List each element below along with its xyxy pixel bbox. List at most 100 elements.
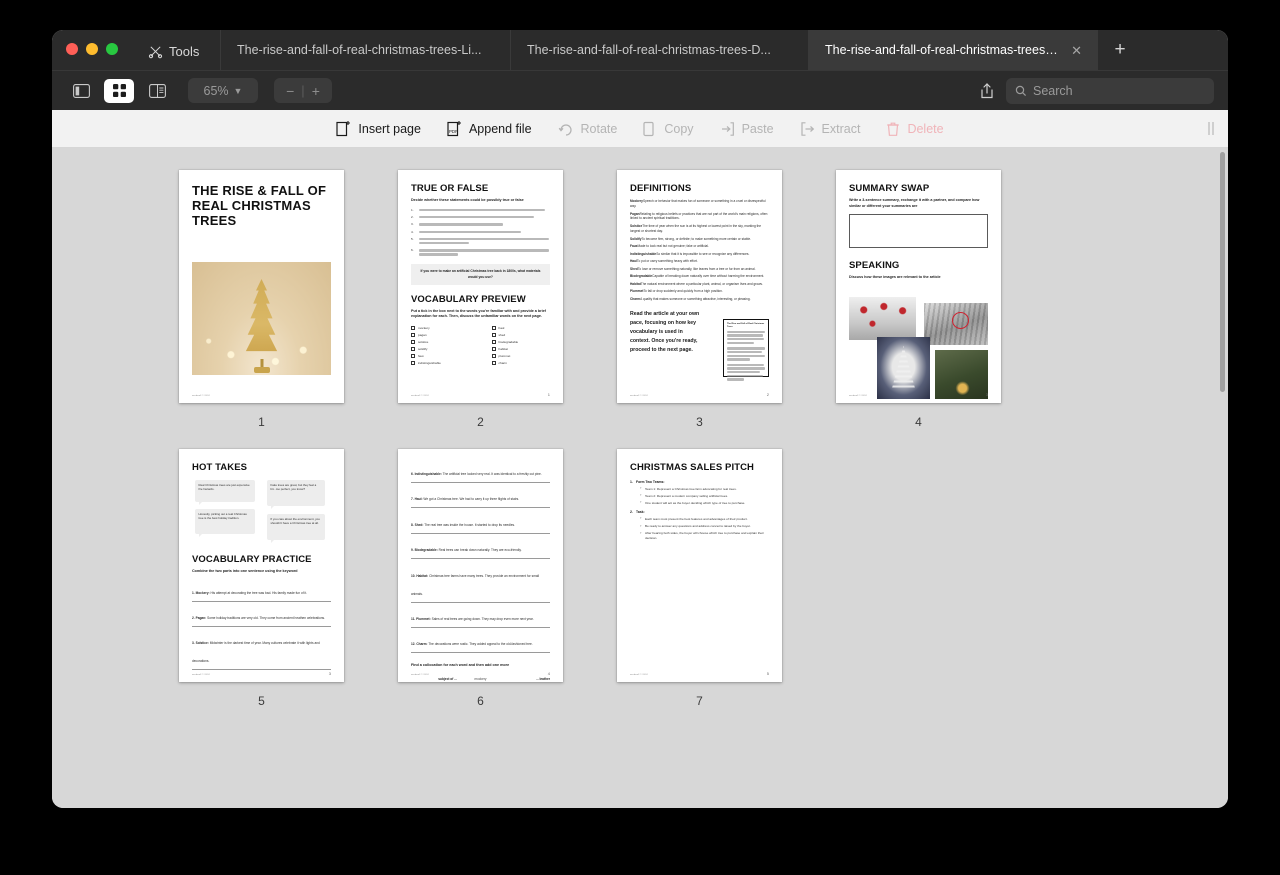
checkbox[interactable] [492,333,496,337]
checkbox[interactable] [411,333,415,337]
page-thumbnail-1[interactable]: THE RISE & FALL OF REAL CHRISTMAS TREES … [179,170,344,403]
checkbox-row[interactable]: mockery [411,326,470,330]
practice-number: 9. [411,548,414,552]
minimize-window-button[interactable] [86,43,98,55]
footer-page-number: 4 [548,671,550,676]
page-thumbnail-5[interactable]: HOT TAKES Real Christmas trees are just … [179,449,344,682]
checkbox[interactable] [492,340,496,344]
answer-rule[interactable] [411,558,550,559]
search-field[interactable]: Search [1006,78,1214,104]
image-vintage-engraving [877,337,930,399]
checkbox[interactable] [411,347,415,351]
footer-page-number: 5 [767,671,769,676]
copy-button: Copy [643,121,693,137]
checkbox-row[interactable]: indistinguishable [411,361,470,365]
checkbox-row[interactable]: solstice [411,340,470,344]
checkbox[interactable] [492,361,496,365]
checkbox-row[interactable]: faux [411,354,470,358]
zoom-stepper[interactable]: − | + [274,78,332,103]
grid-view-button[interactable] [104,79,134,103]
action-label: Copy [664,122,693,136]
checkbox[interactable] [411,361,415,365]
page-thumbnail-6[interactable]: 6. Indistinguishable: The artificial tre… [398,449,563,682]
paste-button: Paste [720,121,774,137]
checkbox[interactable] [411,326,415,330]
page-thumbnail-4[interactable]: SUMMARY SWAP Write a 3-sentence summary,… [836,170,1001,403]
maximize-window-button[interactable] [106,43,118,55]
answer-rule[interactable] [411,533,550,534]
checkbox-row[interactable]: habitat [492,347,551,351]
page-thumbnail-canvas[interactable]: THE RISE & FALL OF REAL CHRISTMAS TREES … [52,148,1228,808]
footer-source: wordwall © 2024 [630,674,648,676]
close-window-button[interactable] [66,43,78,55]
checkbox-row[interactable]: biodegradable [492,340,551,344]
bullet: Team 2: Represent a modern company selli… [645,494,769,499]
definition-text: To become firm, strong, or definite; to … [642,237,752,241]
tab-library[interactable]: The-rise-and-fall-of-real-christmas-tree… [220,30,510,70]
page-thumbnail-2[interactable]: TRUE OR FALSE Decide whether these state… [398,170,563,403]
tools-menu-button[interactable]: Tools [148,44,199,59]
new-tab-button[interactable]: + [1098,30,1142,70]
page-cell[interactable]: SUMMARY SWAP Write a 3-sentence summary,… [809,170,1028,429]
checkbox-row[interactable]: pagan [411,333,470,337]
section-number: 2. [630,510,633,514]
checkbox[interactable] [492,326,496,330]
tools-label: Tools [169,44,199,59]
append-file-button[interactable]: PDF Append file [447,120,532,137]
tab-document[interactable]: The-rise-and-fall-of-real-christmas-tree… [510,30,808,70]
checkbox-row[interactable]: plummet [492,354,551,358]
definition-term: Charm [630,297,640,301]
checkbox-row[interactable]: charm [492,361,551,365]
reading-instruction: Read the article at your own pace, focus… [630,310,702,355]
answer-rule[interactable] [411,482,550,483]
page-thumbnail-3[interactable]: DEFINITIONS MockerySpeech or behavior th… [617,170,782,403]
sidebar-layout-button[interactable] [66,79,96,103]
page-cell[interactable]: 6. Indistinguishable: The artificial tre… [371,449,590,708]
two-page-view-button[interactable] [142,79,172,103]
section-subheading: Decide whether these statements could be… [411,198,550,204]
search-placeholder: Search [1033,84,1073,98]
insert-page-button[interactable]: Insert page [336,120,421,137]
practice-number: 12. [411,642,415,646]
page-thumbnail-7[interactable]: CHRISTMAS SALES PITCH 1. Form Two Teams:… [617,449,782,682]
checkbox-row[interactable]: shed [492,333,551,337]
page-index-label: 2 [477,415,484,429]
page-cell[interactable]: TRUE OR FALSE Decide whether these state… [371,170,590,429]
answer-rule[interactable] [411,627,550,628]
share-icon[interactable] [978,82,996,100]
checkbox[interactable] [411,340,415,344]
answer-rule[interactable] [411,652,550,653]
vertical-scrollbar[interactable] [1220,152,1225,392]
page-cell[interactable]: HOT TAKES Real Christmas trees are just … [152,449,371,708]
practice-text: The real tree was inside the house. It s… [424,523,515,527]
zoom-out-button[interactable]: − [286,83,294,99]
checkbox-row[interactable]: haul [492,326,551,330]
summary-answer-box[interactable] [849,214,988,248]
page-cell[interactable]: CHRISTMAS SALES PITCH 1. Form Two Teams:… [590,449,809,708]
close-tab-icon[interactable]: ✕ [1071,44,1082,57]
answer-rule[interactable] [192,601,331,602]
answer-rule[interactable] [411,507,550,508]
page-cell[interactable]: THE RISE & FALL OF REAL CHRISTMAS TREES … [152,170,371,429]
action-label: Extract [822,122,861,136]
zoom-level-dropdown[interactable]: 65% ▼ [188,78,258,103]
checkbox[interactable] [492,347,496,351]
page-cell[interactable]: DEFINITIONS MockerySpeech or behavior th… [590,170,809,429]
footer-source: wordwall © 2024 [192,395,210,397]
checkbox[interactable] [492,354,496,358]
checkbox[interactable] [411,354,415,358]
rotate-button: Rotate [558,121,618,137]
practice-text: Some holiday traditions are very old. Th… [207,616,325,620]
checkbox-row[interactable]: solidify [411,347,470,351]
vocab-word: shed [499,333,506,337]
definition-term: Biodegradable [630,274,652,278]
practice-item: 10. Habitat: Christmas tree farms have m… [411,564,550,603]
practice-number: 10. [411,574,415,578]
answer-rule[interactable] [192,626,331,627]
tab-a4-active[interactable]: The-rise-and-fall-of-real-christmas-tree… [808,30,1098,70]
cover-photo [192,262,331,375]
answer-rule[interactable] [411,602,550,603]
two-page-view-icon [149,84,166,98]
zoom-in-button[interactable]: + [312,83,320,99]
toolbar-resize-handle[interactable] [1208,122,1214,135]
